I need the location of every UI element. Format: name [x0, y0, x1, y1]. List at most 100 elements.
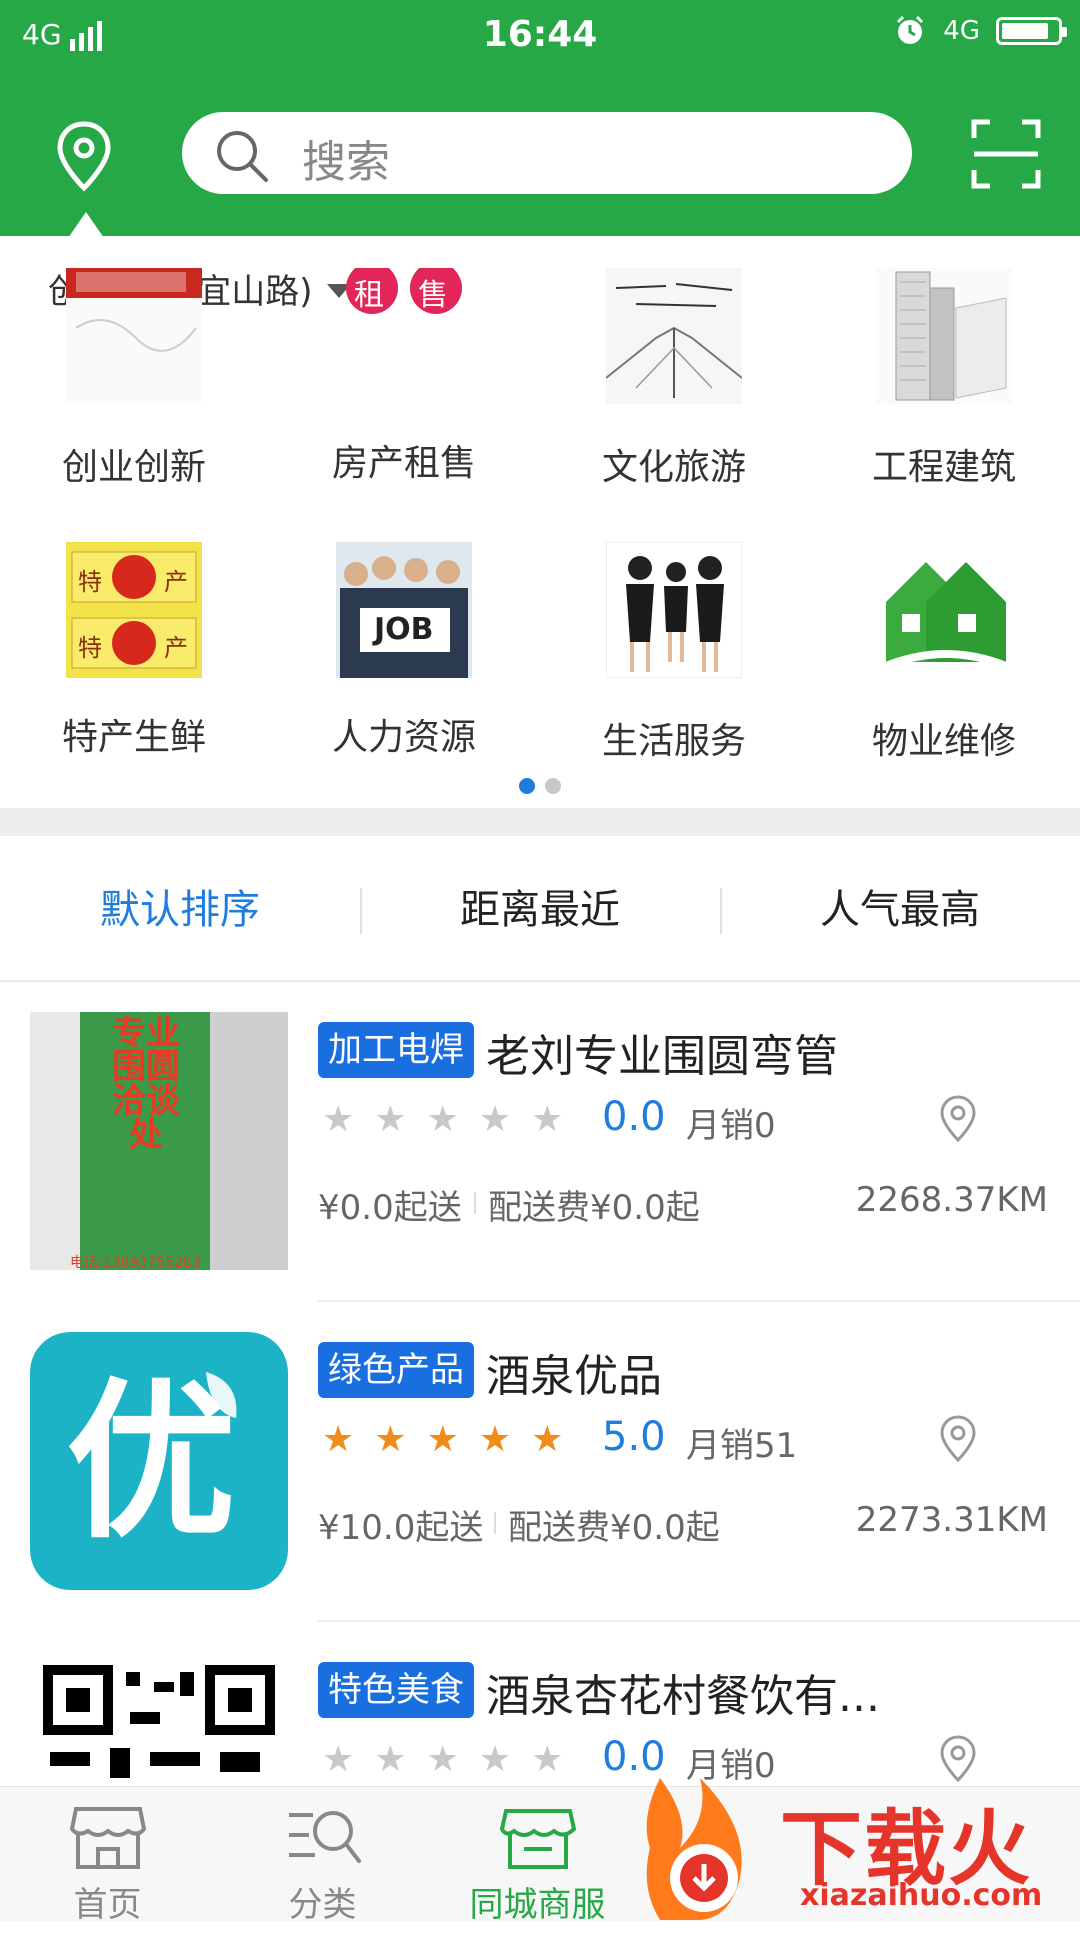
rent-sale-badges-icon: 租 售: [336, 262, 472, 404]
category-label: 特产生鲜: [61, 717, 206, 758]
star-icon: ★: [426, 1419, 459, 1460]
welding-sign-text: 专业围圆洽谈处: [112, 1013, 180, 1155]
scan-button[interactable]: [970, 118, 1042, 190]
search-placeholder: 搜索: [302, 137, 390, 188]
shop-category-tag: 加工电焊: [318, 1022, 474, 1078]
store-icon: [69, 1807, 146, 1869]
shop-category-tag: 绿色产品: [318, 1342, 474, 1398]
tab-city-shops[interactable]: 同城商服: [430, 1787, 645, 1925]
star-icon: ★: [426, 1099, 459, 1140]
welding-sign-phone: 电话:13893755283: [70, 1255, 201, 1270]
culture-sketch-icon: [605, 268, 743, 404]
star-rating: ★ ★ ★ ★ ★: [322, 1422, 563, 1458]
sale-badge-text: 售: [418, 278, 448, 313]
star-rating: ★ ★ ★ ★ ★: [322, 1102, 563, 1138]
fee-separator: [494, 1512, 496, 1534]
star-icon: ★: [478, 1099, 512, 1140]
shop-category-tag: 特色美食: [318, 1662, 474, 1718]
shop-image-you-logo: 优: [30, 1332, 288, 1590]
star-icon: ★: [531, 1739, 564, 1780]
location-pin-icon: [940, 1095, 976, 1143]
sort-tab-default[interactable]: 默认排序: [0, 860, 360, 960]
rent-badge-text: 租: [354, 278, 384, 313]
location-pin-button[interactable]: [46, 118, 122, 194]
tab-label: 首页: [73, 1885, 142, 1925]
specialty-char: 特: [78, 634, 102, 662]
category-real-estate[interactable]: 租 售 房产租售: [304, 262, 504, 486]
category-label: 物业维修: [871, 721, 1016, 762]
star-icon: ★: [374, 1099, 407, 1140]
shop-image-welding-sign: 专业围圆洽谈处 电话:13893755283: [30, 1012, 288, 1270]
shop-list-item[interactable]: 专业围圆洽谈处 电话:13893755283 加工电焊 老刘专业围圆弯管 ★ ★…: [0, 982, 1080, 1302]
star-icon: ★: [322, 1739, 355, 1780]
category-human-resources[interactable]: JOB 人力资源: [304, 542, 504, 760]
job-people-icon: JOB: [336, 542, 472, 678]
sort-tab-popularity[interactable]: 人气最高: [720, 860, 1080, 960]
shop-name: 老刘专业围圆弯管: [486, 1031, 838, 1082]
sort-divider: [720, 888, 722, 934]
specialty-char: 产: [164, 568, 188, 596]
star-icon: ★: [478, 1419, 512, 1460]
location-pin-icon: [940, 1415, 976, 1463]
category-label: 文化旅游: [601, 447, 746, 488]
monthly-sales: 月销51: [686, 1426, 798, 1466]
service-staff-icon: [605, 541, 743, 679]
category-life-services[interactable]: 生活服务: [574, 541, 774, 764]
category-property-repair[interactable]: 物业维修: [844, 542, 1044, 764]
specialty-sign-icon: 特 产 特 产: [66, 542, 202, 678]
battery-icon: [996, 17, 1067, 45]
delivery-fee: 配送费¥0.0起: [488, 1188, 700, 1228]
shop-name: 酒泉杏花村餐饮有...: [486, 1671, 880, 1722]
page-dot-active[interactable]: [519, 778, 535, 794]
sort-tab-distance[interactable]: 距离最近: [360, 860, 720, 960]
category-culture-travel[interactable]: 文化旅游: [574, 268, 774, 490]
category-label: 工程建筑: [871, 447, 1016, 488]
city-shop-icon: [499, 1809, 576, 1869]
search-bar[interactable]: 搜索: [182, 112, 912, 194]
tab-home[interactable]: 首页: [0, 1787, 215, 1925]
section-divider: [0, 808, 1080, 836]
job-sign-text: JOB: [374, 612, 434, 647]
search-icon: [217, 131, 268, 182]
fee-separator: [474, 1192, 476, 1214]
rating-value: 0.0: [602, 1734, 666, 1780]
status-bar: 4G 16:44 4G: [0, 0, 1080, 72]
location-pin-icon: [940, 1735, 976, 1783]
building-icon: [876, 268, 1012, 404]
specialty-char: 特: [78, 568, 102, 596]
category-specialty-fresh[interactable]: 特 产 特 产 特产生鲜: [34, 542, 234, 760]
minimum-order: ¥10.0起送: [318, 1508, 484, 1548]
star-icon: ★: [426, 1739, 459, 1780]
category-label: 人力资源: [331, 717, 476, 758]
category-label: 房产租售: [331, 443, 476, 484]
delivery-fee: 配送费¥0.0起: [508, 1508, 720, 1548]
category-label: 创业创新: [61, 447, 206, 488]
rating-value: 0.0: [602, 1094, 666, 1140]
category-startup[interactable]: 创业创新: [34, 268, 234, 490]
category-label: 生活服务: [601, 721, 746, 762]
specialty-char: 产: [164, 634, 188, 662]
page-dot[interactable]: [545, 778, 561, 794]
page-indicator: [0, 778, 1080, 794]
shop-name: 酒泉优品: [486, 1351, 662, 1402]
network-type-right: 4G: [943, 16, 980, 46]
watermark-logo: 下载火 xiazaihuo.com: [640, 1778, 1080, 1920]
startup-banner-icon: [66, 268, 202, 404]
you-logo-char: 优: [66, 1364, 237, 1562]
star-icon: ★: [374, 1419, 407, 1460]
monthly-sales: 月销0: [686, 1106, 776, 1146]
star-icon: ★: [531, 1419, 564, 1460]
sort-divider: [360, 888, 362, 934]
shop-list-item[interactable]: 优 绿色产品 酒泉优品 ★ ★ ★ ★ ★ 5.0 月销51 ¥10.0起送 配…: [0, 1302, 1080, 1622]
tab-category[interactable]: 分类: [215, 1787, 430, 1925]
minimum-order: ¥0.0起送: [318, 1188, 462, 1228]
alarm-icon: [897, 15, 924, 44]
category-construction[interactable]: 工程建筑: [844, 268, 1044, 490]
tab-label: 同城商服: [469, 1885, 606, 1925]
category-search-icon: [288, 1811, 361, 1863]
sort-bar: 默认排序 距离最近 人气最高: [0, 860, 1080, 960]
watermark-url: xiazaihuo.com: [800, 1878, 1043, 1913]
star-icon: ★: [478, 1739, 512, 1780]
location-pointer-notch: [68, 212, 104, 238]
star-icon: ★: [374, 1739, 407, 1780]
